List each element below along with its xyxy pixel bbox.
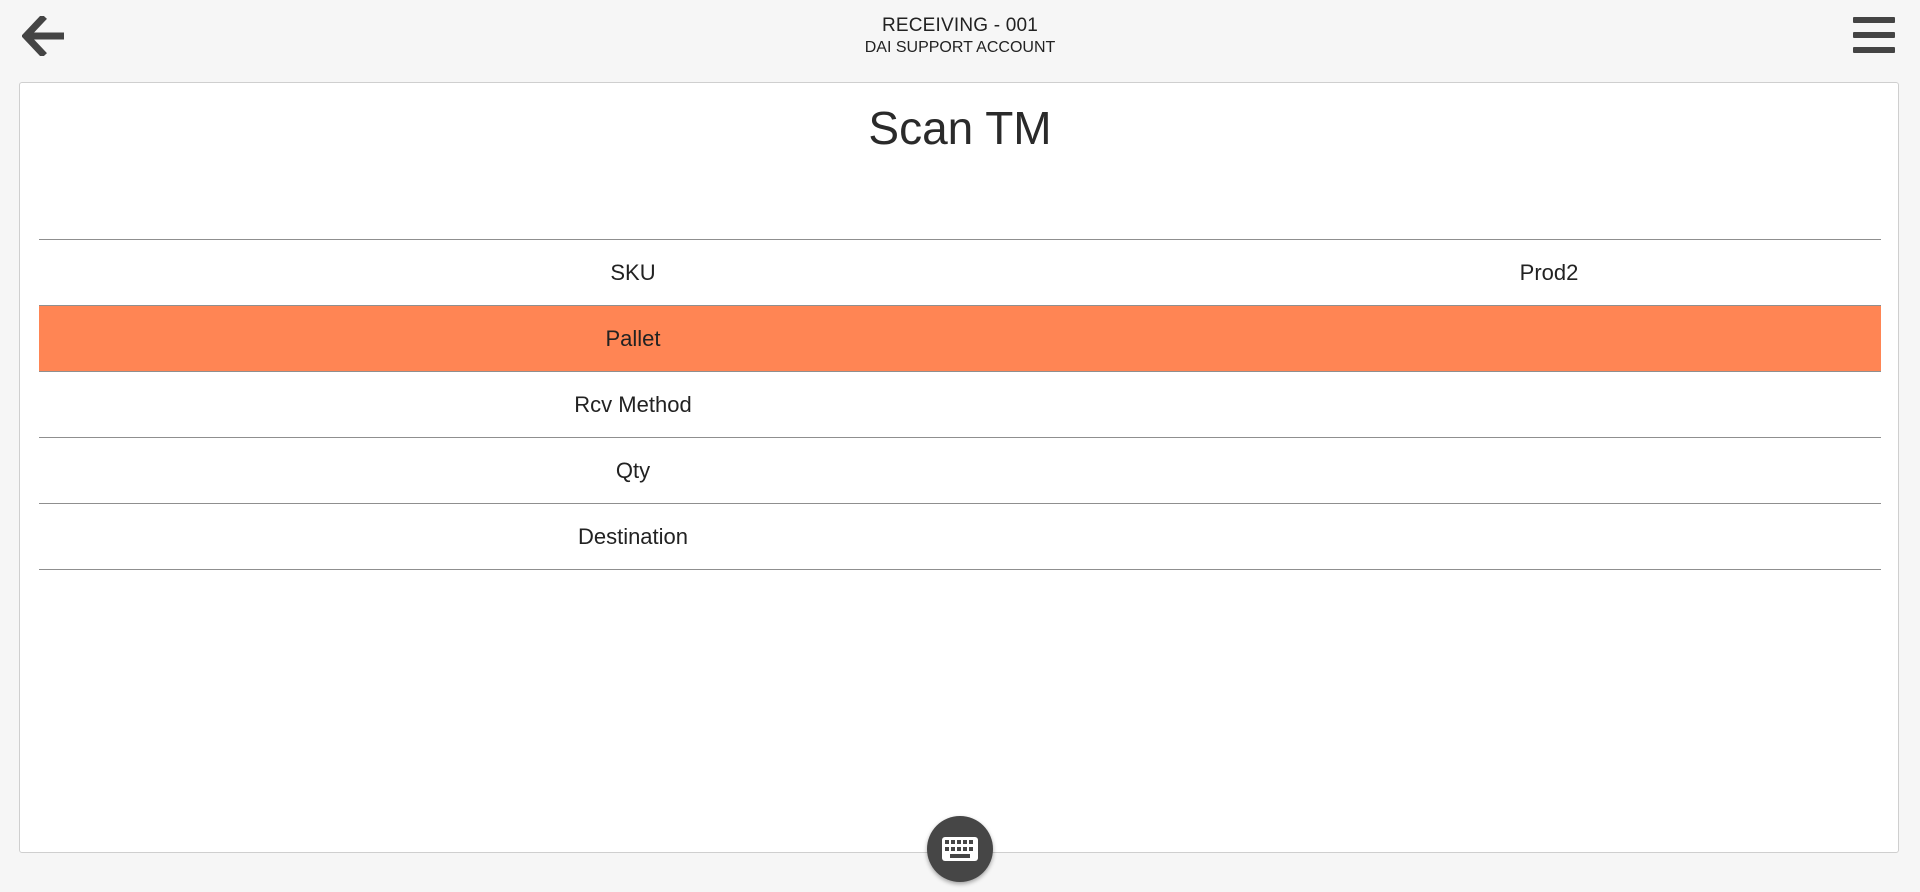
keyboard-button[interactable] [927,816,993,882]
row-qty[interactable]: Qty [39,438,1881,504]
hamburger-menu-icon [1853,17,1895,53]
row-label: Qty [615,457,651,483]
row-value: Prod2 [1519,259,1579,285]
row-sku[interactable]: SKU Prod2 [39,240,1881,306]
field-list: SKU Prod2 Pallet Rcv Method Qty Destinat… [39,239,1881,570]
menu-button[interactable] [1850,12,1898,58]
row-label: Rcv Method [574,391,692,417]
row-pallet[interactable]: Pallet [39,306,1881,372]
header-subtitle: DAI SUPPORT ACCOUNT [864,39,1056,56]
row-rcv-method[interactable]: Rcv Method [39,372,1881,438]
keyboard-icon [942,837,978,861]
page-title: Scan TM [868,102,1052,154]
row-label: Pallet [605,325,661,351]
top-bar: RECEIVING - 001 DAI SUPPORT ACCOUNT [0,0,1920,80]
row-label: Destination [577,523,689,549]
row-label: SKU [610,259,656,285]
row-destination[interactable]: Destination [39,504,1881,570]
header-title: RECEIVING - 001 [881,15,1039,36]
header-titles: RECEIVING - 001 DAI SUPPORT ACCOUNT [0,14,1920,57]
